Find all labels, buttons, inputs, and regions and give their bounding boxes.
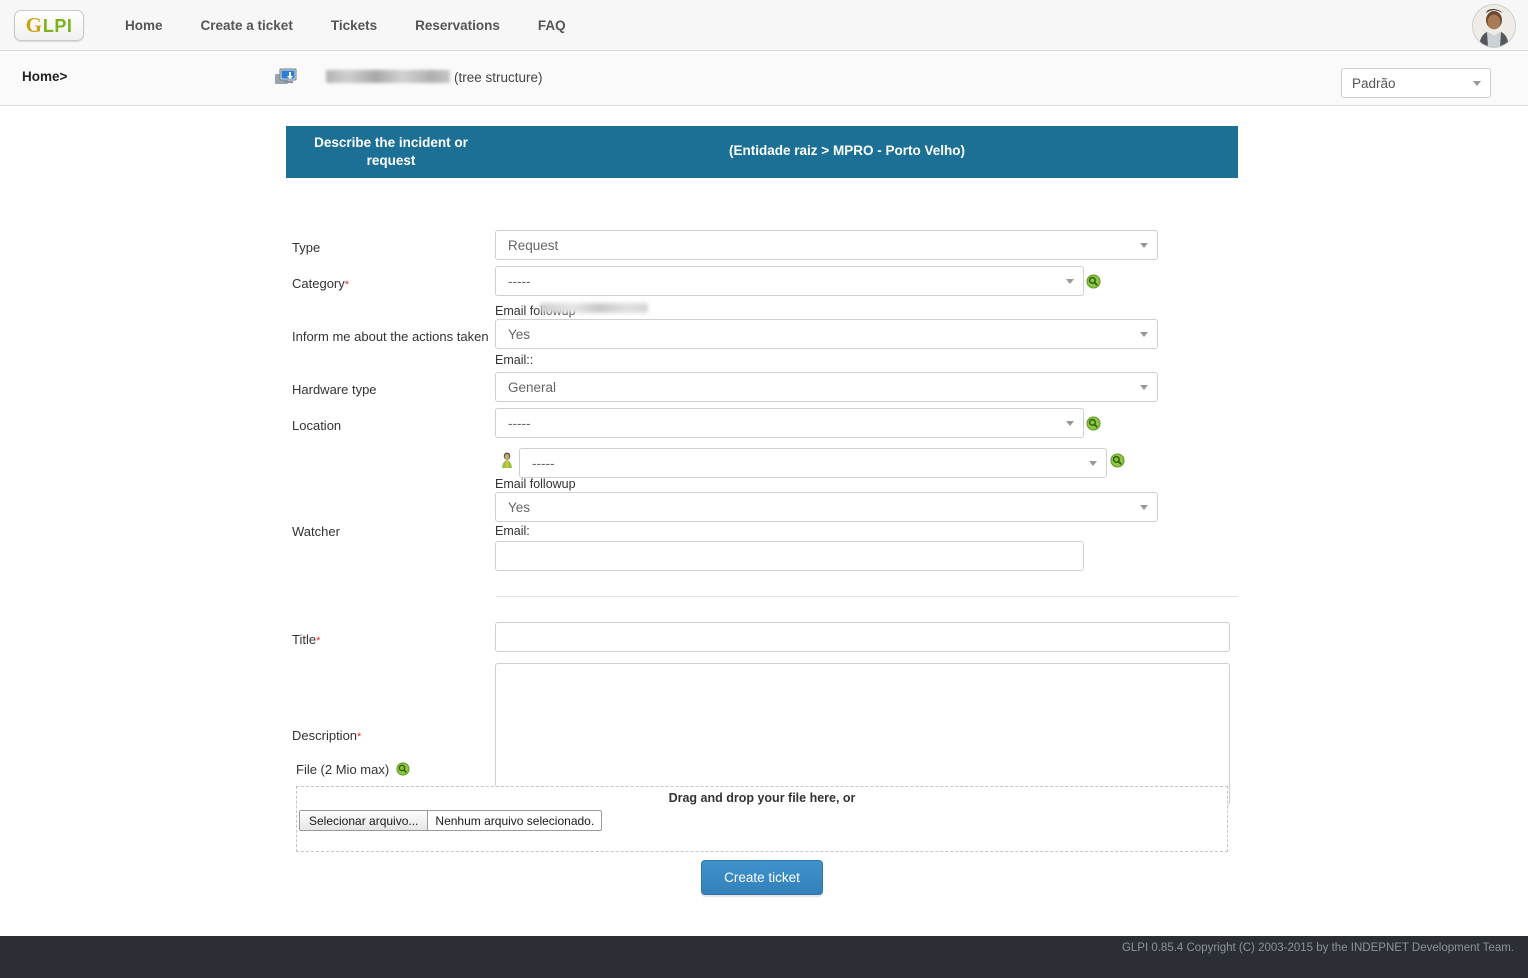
section-divider (496, 596, 1238, 597)
description-textarea[interactable] (495, 663, 1230, 806)
create-ticket-button[interactable]: Create ticket (701, 860, 823, 895)
hardware-type-select[interactable]: General (495, 372, 1158, 402)
title-required-marker: * (316, 635, 321, 647)
hardware-type-value: General (508, 379, 557, 395)
file-dropzone[interactable]: Drag and drop your file here, or Selecio… (296, 786, 1228, 852)
top-navigation-bar: G LPI Home Create a ticket Tickets Reserv… (0, 0, 1528, 51)
chevron-down-icon (1473, 81, 1481, 86)
category-search-icon[interactable] (1086, 274, 1101, 289)
form-header-entity: (Entidade raiz > MPRO - Porto Velho) (729, 143, 965, 158)
inform-followup-value: Yes (508, 326, 531, 342)
type-label: Type (292, 240, 321, 255)
description-label: Description* (292, 728, 362, 743)
file-selected-name: Nenhum arquivo selecionado. (435, 813, 595, 828)
user-avatar[interactable] (1472, 4, 1516, 48)
file-select-button[interactable]: Selecionar arquivo... (300, 811, 429, 830)
profile-select[interactable]: Padrão (1341, 68, 1491, 98)
breadcrumb-bar (0, 51, 1528, 106)
entity-name-redacted (326, 70, 450, 83)
inform-label: Inform me about the actions taken (292, 329, 489, 344)
entity-computer-icon (275, 68, 297, 84)
profile-select-value: Padrão (1352, 75, 1396, 91)
category-required-marker: * (344, 279, 350, 291)
footer-copyright: GLPI 0.85.4 Copyright (C) 2003-2015 by t… (1121, 942, 1514, 954)
chevron-down-icon (1140, 243, 1148, 248)
title-label: Title* (292, 632, 321, 647)
file-label: File (2 Mio max) (296, 762, 410, 777)
avatar-photo-icon (1473, 5, 1515, 47)
form-header: Describe the incident or request (Entida… (286, 126, 1238, 178)
location-select[interactable]: ----- (495, 408, 1084, 438)
category-label: Category* (292, 276, 350, 291)
watcher-email-followup-label: Email followup (495, 477, 576, 491)
title-input[interactable] (495, 622, 1230, 652)
logo-lpi-text: LPI (42, 15, 73, 36)
nav-item-create-a-ticket[interactable]: Create a ticket (182, 0, 312, 51)
description-required-marker: * (357, 731, 362, 743)
page-footer: GLPI 0.85.4 Copyright (C) 2003-2015 by t… (0, 936, 1528, 978)
form-body: Type Request Category* ----- Email follo… (286, 178, 1238, 978)
nav-item-reservations[interactable]: Reservations (396, 0, 519, 51)
watcher-user-icon (502, 452, 512, 468)
submit-row: Create ticket (286, 860, 1238, 895)
file-drag-drop-text: Drag and drop your file here, or (668, 791, 856, 805)
watcher-label: Watcher (292, 524, 340, 539)
file-input[interactable]: Selecionar arquivo... Nenhum arquivo sel… (299, 810, 603, 831)
chevron-down-icon (1140, 505, 1148, 510)
chevron-down-icon (1066, 279, 1074, 284)
location-select-value: ----- (508, 415, 531, 431)
nav-links: Home Create a ticket Tickets Reservation… (106, 0, 585, 51)
chevron-down-icon (1066, 421, 1074, 426)
chevron-down-icon (1089, 461, 1097, 466)
chevron-down-icon (1140, 385, 1148, 390)
watcher-search-icon[interactable] (1110, 453, 1125, 468)
nav-item-tickets[interactable]: Tickets (312, 0, 396, 51)
watcher-followup-value: Yes (508, 499, 531, 515)
file-search-icon[interactable] (396, 762, 410, 776)
category-select[interactable]: ----- (495, 266, 1084, 296)
location-search-icon[interactable] (1086, 416, 1101, 431)
watcher-email-label: Email: (495, 524, 530, 538)
inform-email-value-redacted (540, 303, 648, 313)
category-select-value: ----- (508, 273, 531, 289)
watcher-user-select[interactable]: ----- (519, 448, 1107, 478)
nav-item-faq[interactable]: FAQ (519, 0, 585, 51)
inform-email-label: Email:: (495, 353, 534, 367)
chevron-down-icon (1140, 332, 1148, 337)
breadcrumb-home-link[interactable]: Home> (22, 69, 67, 84)
nav-item-home[interactable]: Home (106, 0, 182, 51)
type-select-value: Request (508, 237, 559, 253)
entity-tree-structure-label: (tree structure) (454, 70, 543, 85)
logo-g-letter: G (25, 13, 42, 37)
watcher-user-value: ----- (532, 455, 555, 471)
hardware-type-label: Hardware type (292, 382, 377, 397)
location-label: Location (292, 418, 342, 433)
inform-followup-select[interactable]: Yes (495, 319, 1158, 349)
glpi-logo[interactable]: G LPI (14, 10, 84, 41)
watcher-email-input[interactable] (495, 541, 1084, 571)
watcher-followup-select[interactable]: Yes (495, 492, 1158, 522)
type-select[interactable]: Request (495, 230, 1158, 260)
